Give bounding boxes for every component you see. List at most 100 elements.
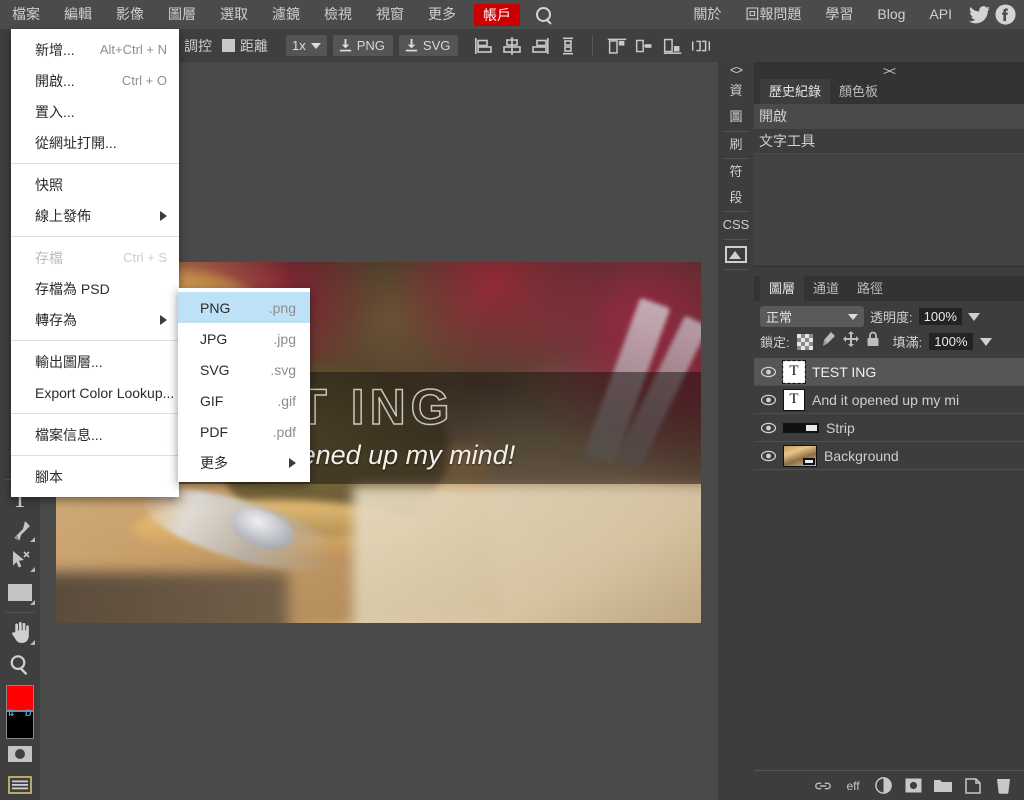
tool-zoom[interactable] bbox=[0, 649, 40, 682]
panel-collapse-button[interactable]: >< bbox=[754, 62, 1024, 79]
align-left-icon[interactable] bbox=[472, 34, 496, 58]
menu-edit[interactable]: 編輯 bbox=[52, 0, 104, 29]
layer-visibility-icon[interactable] bbox=[761, 450, 776, 462]
submenu-item-png[interactable]: PNG .png bbox=[178, 292, 310, 323]
vtab-paragraph[interactable]: 段 bbox=[718, 185, 754, 211]
fill-input[interactable]: 100% bbox=[929, 333, 973, 350]
distance-checkbox-group[interactable]: 距離 bbox=[222, 36, 278, 56]
align-right-icon[interactable] bbox=[528, 34, 552, 58]
layer-row-and-it-opened[interactable]: T And it opened up my mi bbox=[754, 386, 1024, 414]
layer-thumbnail[interactable] bbox=[783, 444, 817, 467]
tool-pen[interactable] bbox=[0, 515, 40, 546]
lock-transparency-icon[interactable] bbox=[796, 333, 813, 350]
menu-api[interactable]: API bbox=[917, 0, 964, 29]
submenu-item-svg[interactable]: SVG .svg bbox=[178, 354, 310, 385]
vtab-info[interactable]: 資 bbox=[718, 78, 754, 104]
align-middle-icon[interactable] bbox=[633, 34, 657, 58]
submenu-item-jpg[interactable]: JPG .jpg bbox=[178, 323, 310, 354]
swap-colors-button[interactable]: ⇅ bbox=[7, 708, 15, 719]
tab-layers[interactable]: 圖層 bbox=[760, 276, 805, 301]
zoom-level-select[interactable]: 1x bbox=[286, 35, 327, 56]
opacity-dropdown-icon[interactable] bbox=[967, 312, 980, 321]
menu-image[interactable]: 影像 bbox=[104, 0, 156, 29]
history-item-open[interactable]: 開啟 bbox=[754, 104, 1024, 129]
tab-history[interactable]: 歷史紀錄 bbox=[760, 79, 831, 104]
vtab-brush[interactable]: 刷 bbox=[718, 132, 754, 158]
menu-item-scripts[interactable]: 腳本 bbox=[11, 461, 179, 492]
layer-effects-button[interactable]: eff bbox=[844, 777, 862, 795]
menu-layer[interactable]: 圖層 bbox=[156, 0, 208, 29]
new-group-button[interactable] bbox=[934, 777, 952, 795]
layer-thumbnail[interactable] bbox=[783, 422, 819, 433]
menu-view[interactable]: 檢視 bbox=[312, 0, 364, 29]
menu-select[interactable]: 選取 bbox=[208, 0, 260, 29]
opacity-input[interactable]: 100% bbox=[918, 308, 962, 325]
facebook-icon[interactable] bbox=[994, 4, 1016, 26]
fill-dropdown-icon[interactable] bbox=[979, 337, 992, 346]
layer-mask-button[interactable] bbox=[904, 777, 922, 795]
new-layer-button[interactable] bbox=[964, 777, 982, 795]
menu-file[interactable]: 檔案 bbox=[0, 0, 52, 29]
history-item-type-tool[interactable]: 文字工具 bbox=[754, 129, 1024, 154]
screen-mode-button[interactable] bbox=[0, 769, 40, 800]
twitter-icon[interactable] bbox=[968, 4, 990, 26]
vtab-layer[interactable]: 圖 bbox=[718, 104, 754, 130]
vtab-glyph[interactable]: 符 bbox=[718, 159, 754, 185]
tool-path-select[interactable] bbox=[0, 546, 40, 577]
account-button[interactable]: 帳戶 bbox=[474, 3, 520, 26]
tab-paths[interactable]: 路徑 bbox=[848, 276, 892, 301]
blend-mode-select[interactable]: 正常 bbox=[760, 306, 864, 327]
menu-item-new[interactable]: 新增... Alt+Ctrl + N bbox=[11, 34, 179, 65]
menu-report-issue[interactable]: 回報問題 bbox=[733, 0, 813, 29]
layer-row-background[interactable]: Background bbox=[754, 442, 1024, 470]
default-colors-button[interactable]: D bbox=[25, 708, 32, 718]
image-icon[interactable] bbox=[725, 245, 747, 263]
menu-window[interactable]: 視窗 bbox=[364, 0, 416, 29]
layer-row-strip[interactable]: Strip bbox=[754, 414, 1024, 442]
tab-swatches[interactable]: 顏色板 bbox=[830, 79, 887, 104]
export-svg-button[interactable]: SVG bbox=[398, 35, 459, 56]
link-layers-button[interactable] bbox=[814, 777, 832, 795]
delete-layer-button[interactable] bbox=[994, 777, 1012, 795]
layer-thumbnail[interactable]: T bbox=[783, 388, 805, 411]
layer-visibility-icon[interactable] bbox=[761, 366, 776, 378]
menu-blog[interactable]: Blog bbox=[865, 0, 917, 29]
align-top-icon[interactable] bbox=[605, 34, 629, 58]
menu-about[interactable]: 關於 bbox=[681, 0, 733, 29]
layer-list[interactable]: T TEST ING T And it opened up my mi Stri… bbox=[754, 358, 1024, 470]
layer-thumbnail[interactable]: T bbox=[782, 359, 806, 384]
submenu-item-pdf[interactable]: PDF .pdf bbox=[178, 416, 310, 447]
menu-item-file-info[interactable]: 檔案信息... bbox=[11, 419, 179, 450]
vtab-css[interactable]: CSS bbox=[718, 212, 754, 238]
lock-move-icon[interactable] bbox=[842, 331, 859, 352]
search-button[interactable] bbox=[526, 0, 563, 29]
menu-more[interactable]: 更多 bbox=[416, 0, 468, 29]
distance-checkbox[interactable] bbox=[222, 39, 235, 52]
color-swatches[interactable]: ⇅ D bbox=[0, 685, 40, 740]
collapse-panels-button[interactable]: <> bbox=[730, 62, 743, 78]
menu-learn[interactable]: 學習 bbox=[813, 0, 865, 29]
tool-hand[interactable] bbox=[0, 616, 40, 649]
adjustment-layer-button[interactable] bbox=[874, 777, 892, 795]
file-dropdown-menu[interactable]: 新增... Alt+Ctrl + N 開啟... Ctrl + O 置入... … bbox=[11, 29, 179, 497]
menu-item-open-from-url[interactable]: 從網址打開... bbox=[11, 127, 179, 158]
quick-mask-button[interactable] bbox=[0, 739, 40, 770]
menu-item-export-color-lookup[interactable]: Export Color Lookup... bbox=[11, 377, 179, 408]
lock-paint-icon[interactable] bbox=[820, 331, 836, 352]
submenu-item-gif[interactable]: GIF .gif bbox=[178, 385, 310, 416]
menu-item-snapshot[interactable]: 快照 bbox=[11, 169, 179, 200]
menu-item-open[interactable]: 開啟... Ctrl + O bbox=[11, 65, 179, 96]
history-list[interactable]: 開啟 文字工具 bbox=[754, 104, 1024, 267]
layer-row-test-ing[interactable]: T TEST ING bbox=[754, 358, 1024, 386]
lock-all-icon[interactable] bbox=[866, 331, 880, 352]
menu-filter[interactable]: 濾鏡 bbox=[260, 0, 312, 29]
menu-item-save-as-psd[interactable]: 存檔為 PSD bbox=[11, 273, 179, 304]
submenu-item-more[interactable]: 更多 bbox=[178, 447, 310, 478]
export-png-button[interactable]: PNG bbox=[332, 35, 393, 56]
layer-visibility-icon[interactable] bbox=[761, 394, 776, 406]
tab-channels[interactable]: 通道 bbox=[804, 276, 848, 301]
menu-item-export-layers[interactable]: 輸出圖層... bbox=[11, 346, 179, 377]
align-bottom-icon[interactable] bbox=[661, 34, 685, 58]
align-center-horizontal-icon[interactable] bbox=[500, 34, 524, 58]
distribute-horizontal-icon[interactable] bbox=[689, 34, 713, 58]
